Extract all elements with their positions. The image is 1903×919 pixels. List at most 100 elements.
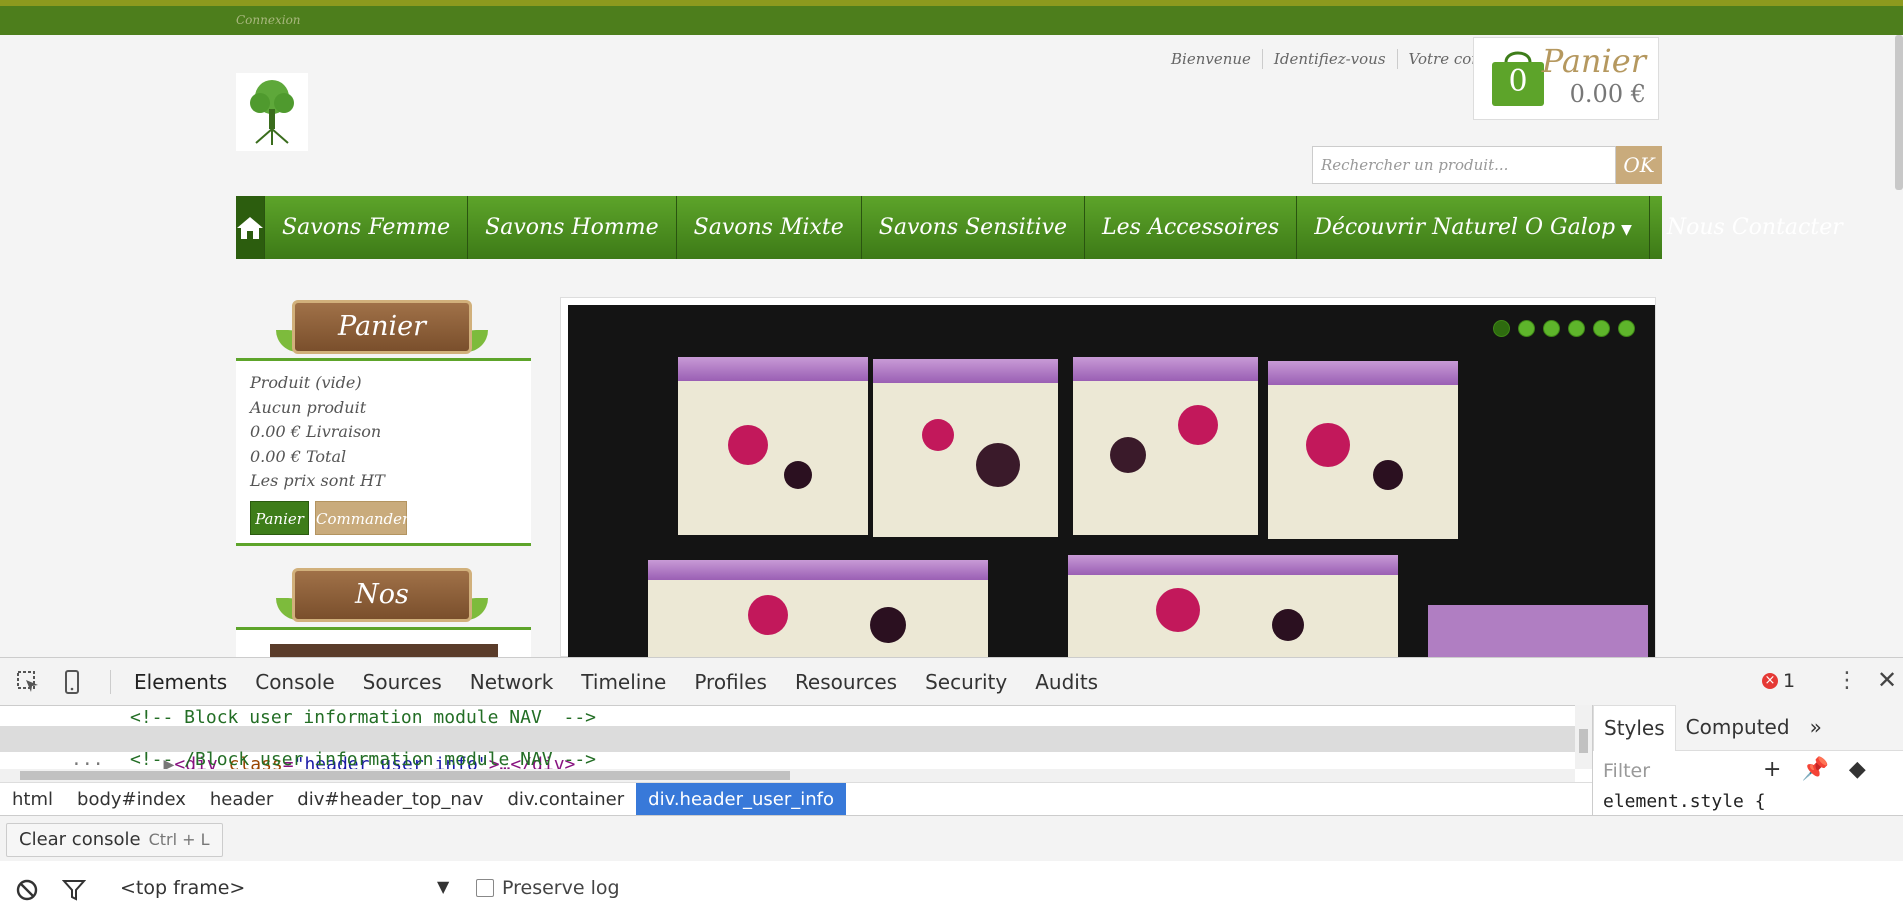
tab-console[interactable]: Console: [241, 670, 348, 694]
slider-dot[interactable]: [1568, 320, 1585, 337]
add-rule-icon[interactable]: +: [1763, 757, 1781, 782]
menu-item-savons-mixte[interactable]: Savons Mixte: [677, 196, 862, 259]
cart-block: Produit (vide) Aucun produit 0.00 € Livr…: [236, 358, 531, 546]
cart-amount: 0.00 €: [1569, 80, 1646, 108]
cart-title: Panier: [1541, 42, 1646, 80]
styles-tabs: Styles Computed »: [1593, 704, 1903, 751]
menu-item-contact[interactable]: Nous Contacter: [1650, 196, 1860, 259]
dom-vertical-scrollbar[interactable]: [1575, 705, 1592, 769]
cart-block-line: 0.00 € Livraison: [250, 422, 382, 441]
devtools-panel: Elements Console Sources Network Timelin…: [0, 657, 1903, 919]
page-scrollbar[interactable]: [1895, 35, 1903, 190]
cart-block-line: Produit (vide): [250, 373, 362, 392]
checkbox-icon: [476, 879, 494, 897]
menu-item-decouvrir[interactable]: Découvrir Naturel O Galop ▼: [1297, 196, 1650, 259]
tab-resources[interactable]: Resources: [781, 670, 911, 694]
styles-filter-input[interactable]: Filter: [1603, 760, 1650, 782]
site-logo[interactable]: [236, 73, 308, 151]
search-input[interactable]: [1312, 146, 1616, 184]
home-button[interactable]: [236, 196, 265, 259]
crumb-header-top-nav[interactable]: div#header_top_nav: [285, 783, 495, 816]
cart-block-line: Aucun produit: [250, 397, 367, 417]
menu-item-savons-sensitive[interactable]: Savons Sensitive: [862, 196, 1086, 259]
tab-timeline[interactable]: Timeline: [567, 670, 680, 694]
devtools-tabs: Elements Console Sources Network Timelin…: [120, 658, 1112, 705]
crumb-body[interactable]: body#index: [65, 783, 198, 816]
cart-block-line: Les prix sont HT: [250, 471, 385, 490]
toggle-element-state-icon[interactable]: ◆: [1849, 757, 1866, 782]
pin-icon[interactable]: 📌: [1801, 757, 1828, 782]
menu-item-savons-homme[interactable]: Savons Homme: [468, 196, 677, 259]
tab-network[interactable]: Network: [456, 670, 568, 694]
more-menu-icon[interactable]: ⋮: [1836, 668, 1858, 693]
dom-comment: <!-- /Block user information module NAV …: [130, 749, 596, 770]
preserve-log-checkbox[interactable]: Preserve log: [476, 877, 620, 899]
slider-dot[interactable]: [1618, 320, 1635, 337]
dom-comment: <!-- Block user information module NAV -…: [130, 707, 596, 728]
tab-audits[interactable]: Audits: [1021, 670, 1112, 694]
slider-dot[interactable]: [1518, 320, 1535, 337]
tab-elements[interactable]: Elements: [120, 670, 241, 694]
slider-dot[interactable]: [1493, 320, 1510, 337]
element-style-rule[interactable]: element.style {: [1603, 791, 1766, 812]
welcome-link[interactable]: Bienvenue: [1160, 49, 1262, 69]
cart-block-header: Panier: [270, 300, 494, 360]
cart-block-title: Panier: [292, 300, 472, 354]
crumb-html[interactable]: html: [0, 783, 65, 816]
site-top-nav: Connexion: [0, 6, 1903, 35]
tree-logo-icon: [250, 80, 294, 145]
cart-count: 0: [1508, 64, 1528, 99]
slider-pagination: [1493, 320, 1635, 337]
clear-console-button[interactable]: Clear console Ctrl + L: [6, 823, 223, 857]
clear-console-label: Clear console: [19, 829, 141, 850]
console-toolbar: <top frame> ▼ Preserve log: [0, 861, 1903, 919]
close-icon[interactable]: ✕: [1877, 666, 1897, 694]
cart-view-button[interactable]: Panier: [250, 501, 309, 535]
console-drawer-bar: Clear console Ctrl + L: [0, 815, 1903, 863]
slider-dot[interactable]: [1543, 320, 1560, 337]
styles-toolbar: + 📌 ◆: [1763, 757, 1866, 782]
styles-pane: Styles Computed » Filter + 📌 ◆ element.s…: [1592, 704, 1903, 815]
header-cart[interactable]: 0 Panier 0.00 €: [1473, 37, 1659, 120]
dom-horizontal-scrollbar[interactable]: [0, 769, 1575, 782]
stores-block-title: Nos magasins: [292, 568, 472, 658]
device-mode-icon[interactable]: [64, 670, 80, 694]
menu-item-savons-femme[interactable]: Savons Femme: [265, 196, 469, 259]
error-count: 1: [1783, 670, 1796, 692]
soap-photo: [648, 357, 1648, 657]
inspect-element-icon[interactable]: [16, 670, 40, 694]
crumb-header[interactable]: header: [198, 783, 285, 816]
toolbar-divider: [110, 670, 111, 694]
slider-dot[interactable]: [1593, 320, 1610, 337]
dom-breadcrumb: html body#index header div#header_top_na…: [0, 782, 1592, 816]
chevron-right-icon[interactable]: »: [1800, 705, 1832, 750]
menu-item-decouvrir-label: Découvrir Naturel O Galop: [1314, 215, 1616, 240]
filter-icon[interactable]: [62, 879, 86, 901]
tab-styles[interactable]: Styles: [1593, 704, 1676, 751]
crumb-header-user-info[interactable]: div.header_user_info: [636, 783, 846, 816]
frame-selector[interactable]: <top frame>: [120, 877, 245, 899]
login-link-header[interactable]: Identifiez-vous: [1261, 49, 1397, 69]
clear-console-shortcut: Ctrl + L: [148, 830, 210, 849]
order-button[interactable]: Commander: [315, 501, 409, 535]
tab-computed[interactable]: Computed: [1676, 705, 1800, 750]
preserve-log-label: Preserve log: [502, 877, 620, 899]
slider-image[interactable]: [568, 305, 1655, 657]
caret-down-icon: ▼: [1621, 222, 1632, 238]
devtools-toolbar: Elements Console Sources Network Timelin…: [0, 658, 1903, 706]
clear-console-icon[interactable]: [16, 879, 38, 901]
error-counter[interactable]: × 1: [1762, 670, 1795, 692]
tab-profiles[interactable]: Profiles: [680, 670, 781, 694]
cart-block-line: 0.00 € Total: [250, 446, 347, 466]
tab-security[interactable]: Security: [911, 670, 1021, 694]
menu-item-accessoires[interactable]: Les Accessoires: [1085, 196, 1298, 259]
frame-dropdown-icon[interactable]: ▼: [437, 877, 449, 896]
stores-block: [236, 627, 531, 660]
stores-block-header: Nos magasins: [270, 568, 494, 658]
search-button[interactable]: OK: [1616, 146, 1662, 184]
error-icon: ×: [1762, 673, 1778, 689]
home-icon: [237, 216, 263, 239]
login-link[interactable]: Connexion: [236, 13, 301, 27]
crumb-container[interactable]: div.container: [495, 783, 636, 816]
tab-sources[interactable]: Sources: [349, 670, 456, 694]
